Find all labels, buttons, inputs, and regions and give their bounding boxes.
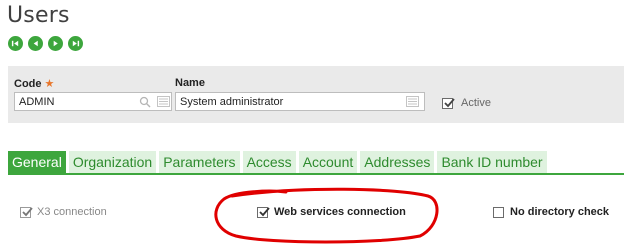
red-circle-annotation bbox=[214, 187, 439, 244]
